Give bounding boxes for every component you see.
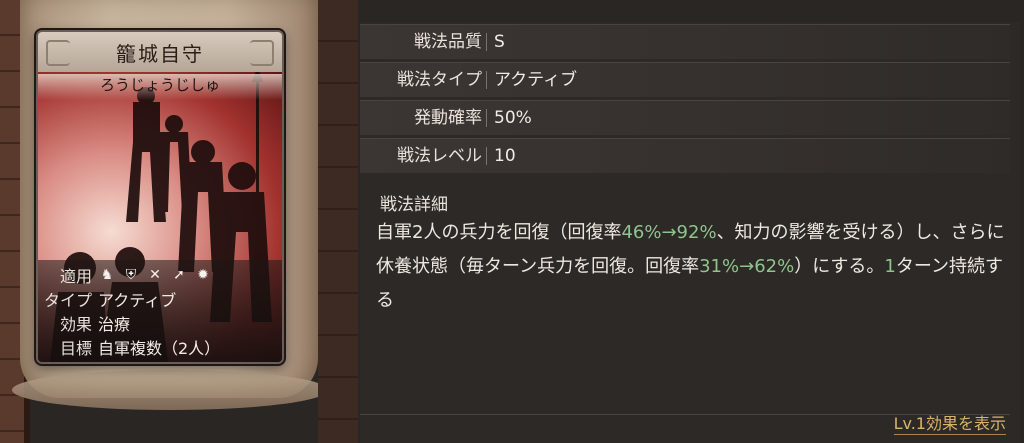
spear-icon: ➚ xyxy=(173,267,185,283)
stat-row-type: 戦法タイプ アクティブ xyxy=(360,62,1010,97)
divider xyxy=(486,109,487,127)
tactic-card: 籠城自守 ろうじょうじしゅ 適用 ♞ ⛨ ✕ ➚ ✹ タイプ アクティブ 効果 … xyxy=(36,30,284,364)
card-info: 適用 ♞ ⛨ ✕ ➚ ✹ タイプ アクティブ 効果 治療 目標 自軍複数（2人） xyxy=(38,260,282,362)
type-row: タイプ アクティブ xyxy=(38,288,176,310)
stat-row-rate: 発動確率 50% xyxy=(360,100,1010,135)
highlight-value: 31%→62% xyxy=(699,256,795,277)
stat-label: 戦法品質 xyxy=(414,32,482,52)
card-title: 籠城自守 xyxy=(38,32,282,72)
target-value: 自軍複数（2人） xyxy=(98,339,221,358)
divider xyxy=(486,147,487,165)
detail-text: ）にする。 xyxy=(794,256,885,277)
apply-label: 適用 xyxy=(59,267,92,286)
divider xyxy=(486,33,487,51)
stat-value: S xyxy=(494,32,505,52)
divider xyxy=(486,71,487,89)
effect-row: 効果 治療 xyxy=(38,312,130,334)
highlight-value: 1 xyxy=(884,256,896,277)
detail-text: 自軍2人の兵力を回復（回復率 xyxy=(376,222,622,243)
stat-value: アクティブ xyxy=(494,70,578,90)
stat-row-quality: 戦法品質 S xyxy=(360,24,1010,59)
apply-icons: ♞ ⛨ ✕ ➚ ✹ xyxy=(98,266,212,284)
tactic-detail-panel: 戦法品質 S 戦法タイプ アクティブ 発動確率 50% 戦法レベル 10 戦法詳… xyxy=(360,22,1020,443)
card-reading: ろうじょうじしゅ xyxy=(38,74,282,100)
horse-icon: ♞ xyxy=(100,267,114,283)
wheel-icon: ✹ xyxy=(197,267,209,283)
effect-label: 効果 xyxy=(59,315,92,334)
type-value: アクティブ xyxy=(98,291,177,310)
highlight-value: 46%→92% xyxy=(621,222,717,243)
bow-icon: ✕ xyxy=(149,267,161,283)
target-label: 目標 xyxy=(59,339,92,358)
stat-value: 50% xyxy=(494,108,532,128)
stat-row-level: 戦法レベル 10 xyxy=(360,138,1010,173)
shield-icon: ⛨ xyxy=(125,267,137,283)
type-label: タイプ xyxy=(43,291,92,310)
target-row: 目標 自軍複数（2人） xyxy=(38,336,220,358)
stat-label: 戦法レベル xyxy=(397,146,482,166)
stat-label: 戦法タイプ xyxy=(397,70,482,90)
detail-heading: 戦法詳細 xyxy=(380,195,448,215)
show-lv1-effect-link[interactable]: Lv.1効果を表示 xyxy=(893,410,1006,435)
wooden-frame xyxy=(318,0,358,443)
effect-value: 治療 xyxy=(98,315,131,334)
scroll-roll xyxy=(12,370,328,410)
detail-description: 自軍2人の兵力を回復（回復率46%→92%、知力の影響を受ける）し、さらに休養状… xyxy=(376,216,1016,318)
stat-value: 10 xyxy=(494,146,516,166)
stat-label: 発動確率 xyxy=(414,108,482,128)
apply-row: 適用 ♞ ⛨ ✕ ➚ ✹ xyxy=(38,264,212,286)
